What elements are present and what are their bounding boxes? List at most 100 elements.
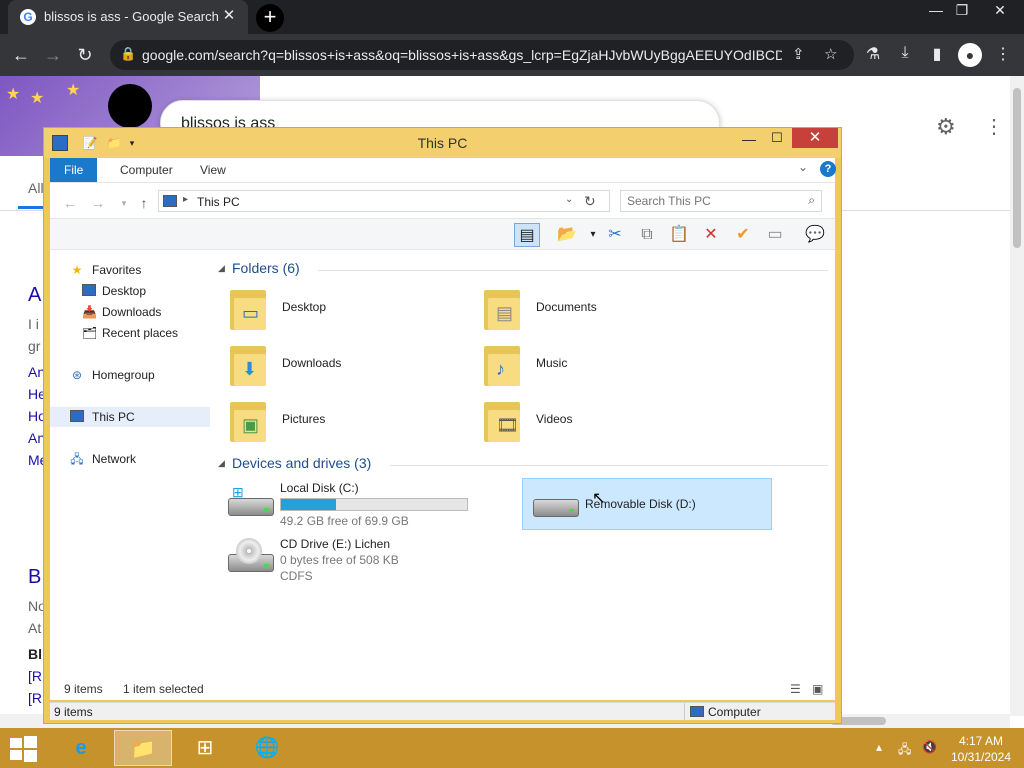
drive-e[interactable]: CD Drive (E:) Lichen 0 bytes free of 508… — [218, 534, 468, 586]
nav-label: Desktop — [102, 284, 147, 298]
windows-start-icon[interactable] — [8, 736, 38, 762]
folder-documents[interactable]: ▤ Documents — [476, 284, 726, 334]
result-title[interactable]: A — [28, 284, 41, 307]
this-pc-icon — [163, 195, 177, 207]
nav-this-pc[interactable]: This PC — [50, 407, 210, 427]
recent-locations-icon[interactable]: ▾ — [114, 193, 134, 213]
search-icon[interactable]: ⌕ — [808, 193, 815, 208]
reload-icon[interactable]: ↻ — [72, 42, 98, 68]
vertical-scrollbar[interactable] — [1010, 76, 1024, 716]
checkmark-icon[interactable]: ✔ — [730, 223, 756, 247]
scroll-thumb[interactable] — [1013, 88, 1021, 248]
paste-icon[interactable]: 📋 — [666, 223, 692, 247]
maximize-button[interactable]: ☐ — [764, 130, 790, 150]
new-tab-button[interactable]: + — [256, 4, 284, 32]
tab-all[interactable]: All — [28, 180, 44, 196]
folder-music[interactable]: ♪ Music — [476, 340, 726, 390]
profile-avatar-icon[interactable]: ● — [958, 43, 982, 67]
tab-file[interactable]: File — [50, 158, 98, 182]
chevron-right-icon[interactable]: ▸ — [183, 194, 188, 205]
folder-label: Downloads — [282, 356, 342, 370]
gear-icon[interactable]: ⚙ — [936, 114, 956, 140]
browser-tab[interactable]: G blissos is ass - Google Search ✕ — [8, 0, 248, 34]
nav-desktop[interactable]: Desktop — [50, 281, 210, 301]
browser-minimize-button[interactable]: — — [922, 2, 950, 18]
network-tray-icon[interactable]: 🖧 — [898, 740, 911, 761]
result-title[interactable]: B — [28, 566, 41, 589]
file-explorer-icon[interactable]: 📁 — [114, 730, 172, 766]
volume-muted-icon[interactable]: 🔇 — [922, 740, 937, 754]
globe-app-icon[interactable]: 🌐 — [238, 730, 296, 766]
result-link[interactable]: [R — [28, 690, 42, 706]
tab-computer[interactable]: Computer — [106, 158, 187, 182]
expand-ribbon-icon[interactable]: ⌄ — [798, 160, 808, 174]
help-icon[interactable]: ? — [820, 161, 836, 177]
delete-icon[interactable]: ✕ — [698, 223, 724, 247]
nav-network[interactable]: 🖧 Network — [50, 449, 210, 469]
selection-count: 1 item selected — [123, 682, 204, 696]
rename-icon[interactable]: ▭ — [762, 223, 788, 247]
drives-group-header[interactable]: ◢ Devices and drives (3) — [218, 455, 828, 475]
nav-recent-places[interactable]: 🗂 Recent places — [50, 323, 210, 343]
minimize-button[interactable]: — — [736, 131, 762, 151]
breadcrumb[interactable]: This PC — [197, 195, 240, 209]
menu-kebab-icon[interactable]: ⋮ — [992, 44, 1014, 64]
show-hidden-icons-icon[interactable]: ▴ — [876, 740, 882, 754]
search-box[interactable]: ⌕ — [620, 190, 822, 212]
nav-downloads[interactable]: 📥 Downloads — [50, 302, 210, 322]
search-input[interactable] — [627, 194, 797, 208]
folder-videos[interactable]: 🎞 Videos — [476, 396, 726, 446]
drive-c[interactable]: ⊞ Local Disk (C:) 49.2 GB free of 69.9 G… — [218, 478, 468, 530]
forward-arrow-icon[interactable]: → — [40, 42, 66, 68]
explorer-titlebar[interactable]: 📝 📁 ▾ This PC — ☐ ✕ — [44, 128, 841, 158]
bubble-icon[interactable]: 💬 — [802, 223, 828, 247]
clock-time[interactable]: 4:17 AM — [946, 734, 1016, 748]
location-bar[interactable]: ▸ This PC ⌄ — [158, 190, 610, 212]
pictures-folder-icon: ▣ — [230, 398, 266, 442]
forward-icon[interactable]: → — [88, 193, 108, 213]
browser-restore-button[interactable]: ❐ — [948, 2, 976, 19]
folder-pictures[interactable]: ▣ Pictures — [222, 396, 472, 446]
cut-icon[interactable]: ✂ — [602, 223, 628, 247]
star-icon: ★ — [71, 263, 83, 277]
up-arrow-icon[interactable]: ↑ — [134, 193, 154, 213]
collapse-arrow-icon[interactable]: ◢ — [218, 263, 225, 274]
address-bar[interactable]: 🔒 google.com/search?q=blissos+is+ass&oq=… — [110, 40, 854, 70]
tab-view[interactable]: View — [186, 158, 240, 182]
divider — [318, 270, 828, 271]
bookmark-star-icon[interactable]: ☆ — [824, 45, 837, 63]
nav-favorites[interactable]: ★ Favorites — [50, 260, 210, 280]
chevron-down-icon[interactable]: ⌄ — [565, 194, 573, 205]
store-icon[interactable]: ⊞ — [176, 730, 234, 766]
back-arrow-icon[interactable]: ← — [8, 42, 34, 68]
folders-group-header[interactable]: ◢ Folders (6) — [218, 260, 828, 280]
close-tab-icon[interactable]: ✕ — [220, 7, 238, 25]
folder-label: Videos — [536, 412, 573, 426]
clock-date[interactable]: 10/31/2024 — [946, 750, 1016, 764]
folder-label: Pictures — [282, 412, 326, 426]
labs-flask-icon[interactable]: ⚗ — [862, 44, 884, 64]
share-icon[interactable]: ⇪ — [792, 45, 805, 63]
nav-label: Homegroup — [92, 368, 155, 382]
drive-d[interactable]: Removable Disk (D:) — [522, 478, 772, 530]
layout-icon[interactable]: 📂 — [554, 223, 580, 247]
close-button[interactable]: ✕ — [792, 128, 838, 148]
divider — [684, 703, 685, 721]
back-icon[interactable]: ← — [60, 193, 80, 213]
download-icon[interactable]: ⤓ — [894, 44, 916, 62]
preview-pane-icon[interactable]: ▤ — [514, 223, 540, 247]
folder-desktop[interactable]: ▭ Desktop — [222, 284, 472, 334]
folder-downloads[interactable]: ⬇ Downloads — [222, 340, 472, 390]
side-panel-icon[interactable]: ▮ — [926, 44, 948, 64]
copy-icon[interactable]: ⧉ — [634, 223, 660, 247]
browser-close-button[interactable]: ✕ — [986, 2, 1014, 19]
large-icons-view-icon[interactable]: ▣ — [812, 682, 823, 696]
removable-disk-icon — [533, 489, 579, 521]
collapse-arrow-icon[interactable]: ◢ — [218, 458, 225, 469]
nav-homegroup[interactable]: ⊛ Homegroup — [50, 365, 210, 385]
refresh-icon[interactable]: ↻ — [584, 193, 596, 210]
internet-explorer-icon[interactable]: e — [52, 730, 110, 766]
computer-icon — [690, 706, 704, 717]
result-link[interactable]: [R — [28, 668, 42, 684]
details-view-icon[interactable]: ☰ — [790, 682, 801, 696]
